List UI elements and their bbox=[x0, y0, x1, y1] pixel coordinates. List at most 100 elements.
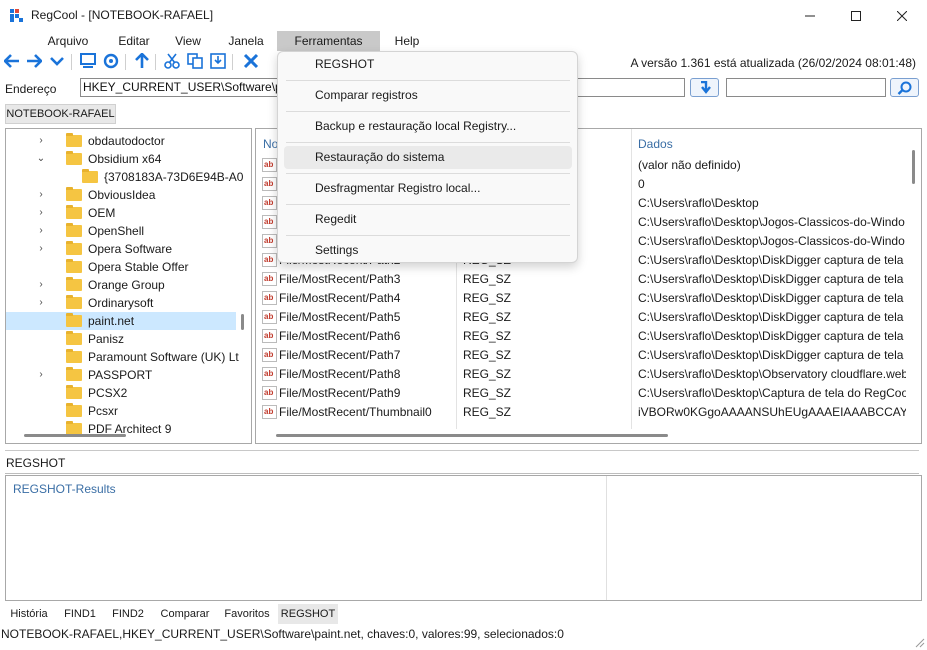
value-data: C:\Users\raflo\Desktop\DiskDigger captur… bbox=[638, 291, 904, 305]
tree-item-label: Orange Group bbox=[88, 278, 165, 292]
tree-item[interactable]: Paramount Software (UK) Lt bbox=[6, 348, 239, 366]
regcool-app-icon bbox=[10, 9, 23, 22]
tree-item[interactable]: › ObviousIdea bbox=[6, 186, 236, 204]
regshot-label: REGSHOT bbox=[6, 456, 66, 470]
tree-item[interactable]: {3708183A-73D6E94B-A0 bbox=[6, 168, 243, 186]
save-button[interactable] bbox=[209, 52, 227, 70]
tab-favoritos[interactable]: Favoritos bbox=[219, 604, 275, 624]
regshot-divider bbox=[5, 473, 919, 474]
chevron-right-icon[interactable]: › bbox=[36, 186, 46, 204]
tab-find1[interactable]: FIND1 bbox=[58, 604, 102, 624]
cut-button[interactable] bbox=[163, 52, 181, 70]
value-name: File/MostRecent/Path9 bbox=[279, 386, 401, 400]
tree-item[interactable]: ⌄ Obsidium x64 bbox=[6, 150, 236, 168]
menu-item-comparar-registros[interactable]: Comparar registros bbox=[284, 84, 572, 107]
menu-help[interactable]: Help bbox=[384, 31, 430, 51]
tree-item[interactable]: › Orange Group bbox=[6, 276, 236, 294]
menu-item-settings[interactable]: Settings bbox=[284, 239, 572, 262]
list-row[interactable]: ab File/MostRecent/Thumbnail0 REG_SZ iVBORw… bbox=[256, 403, 906, 422]
window-title: RegCool - [NOTEBOOK-RAFAEL] bbox=[31, 8, 214, 22]
minimize-button[interactable] bbox=[787, 0, 833, 31]
menu-ferramentas[interactable]: Ferramentas bbox=[277, 31, 380, 51]
list-horizontal-scrollbar[interactable] bbox=[276, 434, 668, 437]
tree-item-label: OpenShell bbox=[88, 224, 145, 238]
tree-item[interactable]: › Opera Software bbox=[6, 240, 236, 258]
menu-view[interactable]: View bbox=[165, 31, 211, 51]
folder-icon bbox=[66, 313, 82, 327]
chevron-right-icon[interactable]: › bbox=[36, 240, 46, 258]
menu-editar[interactable]: Editar bbox=[106, 31, 162, 51]
history-dropdown-button[interactable] bbox=[48, 52, 66, 70]
menu-item-regshot[interactable]: REGSHOT bbox=[284, 53, 572, 76]
tab-historia[interactable]: História bbox=[4, 604, 54, 624]
chevron-down-icon[interactable]: ⌄ bbox=[36, 150, 46, 168]
chevron-right-icon[interactable]: › bbox=[36, 276, 46, 294]
tab-regshot[interactable]: REGSHOT bbox=[278, 604, 338, 624]
chevron-right-icon[interactable]: › bbox=[36, 222, 46, 240]
tree-vertical-scrollbar[interactable] bbox=[241, 314, 244, 330]
tree-item[interactable]: Pcsxr bbox=[6, 402, 236, 420]
up-button[interactable] bbox=[133, 52, 151, 70]
value-data: iVBORw0KGgoAAAANSUhEUgAAAEIAAABCCAYAA bbox=[638, 405, 906, 419]
list-row[interactable]: ab File/MostRecent/Path6 REG_SZ C:\Users\ra… bbox=[256, 327, 906, 346]
chevron-right-icon[interactable]: › bbox=[36, 294, 46, 312]
value-data: 0 bbox=[638, 177, 645, 191]
menu-item-desfragmentar[interactable]: Desfragmentar Registro local... bbox=[284, 177, 572, 200]
tree-item[interactable]: paint.net bbox=[6, 312, 236, 330]
delete-button[interactable] bbox=[242, 52, 260, 70]
search-input[interactable] bbox=[726, 78, 886, 97]
menu-arquivo[interactable]: Arquivo bbox=[38, 31, 98, 51]
address-go-button[interactable] bbox=[690, 78, 719, 97]
go-arrow-icon bbox=[700, 80, 711, 94]
list-row[interactable]: ab File/MostRecent/Path8 REG_SZ C:\Users\ra… bbox=[256, 365, 906, 384]
string-value-icon: ab bbox=[262, 215, 277, 229]
resize-grip-icon[interactable] bbox=[915, 638, 925, 648]
network-button[interactable] bbox=[102, 52, 120, 70]
splitter[interactable] bbox=[5, 450, 919, 451]
back-button[interactable] bbox=[3, 52, 21, 70]
menu-item-regedit[interactable]: Regedit bbox=[284, 208, 572, 231]
menu-item-restauracao-sistema[interactable]: Restauração do sistema bbox=[284, 146, 572, 169]
list-row[interactable]: ab File/MostRecent/Path3 REG_SZ C:\Users\ra… bbox=[256, 270, 906, 289]
tree-item[interactable]: Panisz bbox=[6, 330, 236, 348]
computer-button[interactable] bbox=[79, 52, 97, 70]
tree-item[interactable]: › PASSPORT bbox=[6, 366, 236, 384]
list-row[interactable]: ab File/MostRecent/Path7 REG_SZ C:\Users\ra… bbox=[256, 346, 906, 365]
tree-item-label: Obsidium x64 bbox=[88, 152, 162, 166]
regshot-results-panel[interactable] bbox=[5, 475, 922, 601]
search-button[interactable] bbox=[890, 78, 919, 97]
column-header-data[interactable]: Dados bbox=[638, 137, 673, 151]
tree-item[interactable]: › OpenShell bbox=[6, 222, 236, 240]
tree-item[interactable]: Opera Stable Offer bbox=[6, 258, 236, 276]
list-row[interactable]: ab File/MostRecent/Path9 REG_SZ C:\Users\ra… bbox=[256, 384, 906, 403]
tree-item[interactable]: PCSX2 bbox=[6, 384, 236, 402]
chevron-right-icon[interactable]: › bbox=[36, 204, 46, 222]
computer-tab[interactable]: NOTEBOOK-RAFAEL bbox=[5, 104, 116, 124]
tree-item[interactable]: › OEM bbox=[6, 204, 236, 222]
tree-horizontal-scrollbar[interactable] bbox=[24, 434, 126, 437]
menu-item-backup-restauracao[interactable]: Backup e restauração local Registry... bbox=[284, 115, 572, 138]
forward-button[interactable] bbox=[25, 52, 43, 70]
folder-icon bbox=[66, 205, 82, 219]
list-vertical-scrollbar[interactable] bbox=[912, 150, 915, 184]
maximize-button[interactable] bbox=[833, 0, 879, 31]
tab-find2[interactable]: FIND2 bbox=[106, 604, 150, 624]
menu-separator bbox=[286, 80, 570, 81]
menu-janela[interactable]: Janela bbox=[219, 31, 273, 51]
registry-tree[interactable]: › obdautodoctor ⌄ Obsidium x64 {3708183A-73D… bbox=[5, 128, 252, 444]
chevron-right-icon[interactable]: › bbox=[36, 132, 46, 150]
chevron-down-icon bbox=[50, 57, 64, 66]
folder-icon bbox=[66, 295, 82, 309]
close-button[interactable] bbox=[879, 0, 925, 31]
copy-button[interactable] bbox=[186, 52, 204, 70]
list-row[interactable]: ab File/MostRecent/Path4 REG_SZ C:\Users\ra… bbox=[256, 289, 906, 308]
chevron-right-icon[interactable]: › bbox=[36, 366, 46, 384]
tree-item[interactable]: › Ordinarysoft bbox=[6, 294, 236, 312]
tab-comparar[interactable]: Comparar bbox=[154, 604, 216, 624]
list-row[interactable]: ab File/MostRecent/Path5 REG_SZ C:\Users\ra… bbox=[256, 308, 906, 327]
regshot-results-title: REGSHOT-Results bbox=[13, 482, 116, 496]
menu-separator bbox=[286, 142, 570, 143]
value-type: REG_SZ bbox=[463, 386, 512, 400]
tree-item[interactable]: › obdautodoctor bbox=[6, 132, 236, 150]
value-name: File/MostRecent/Path8 bbox=[279, 367, 401, 381]
